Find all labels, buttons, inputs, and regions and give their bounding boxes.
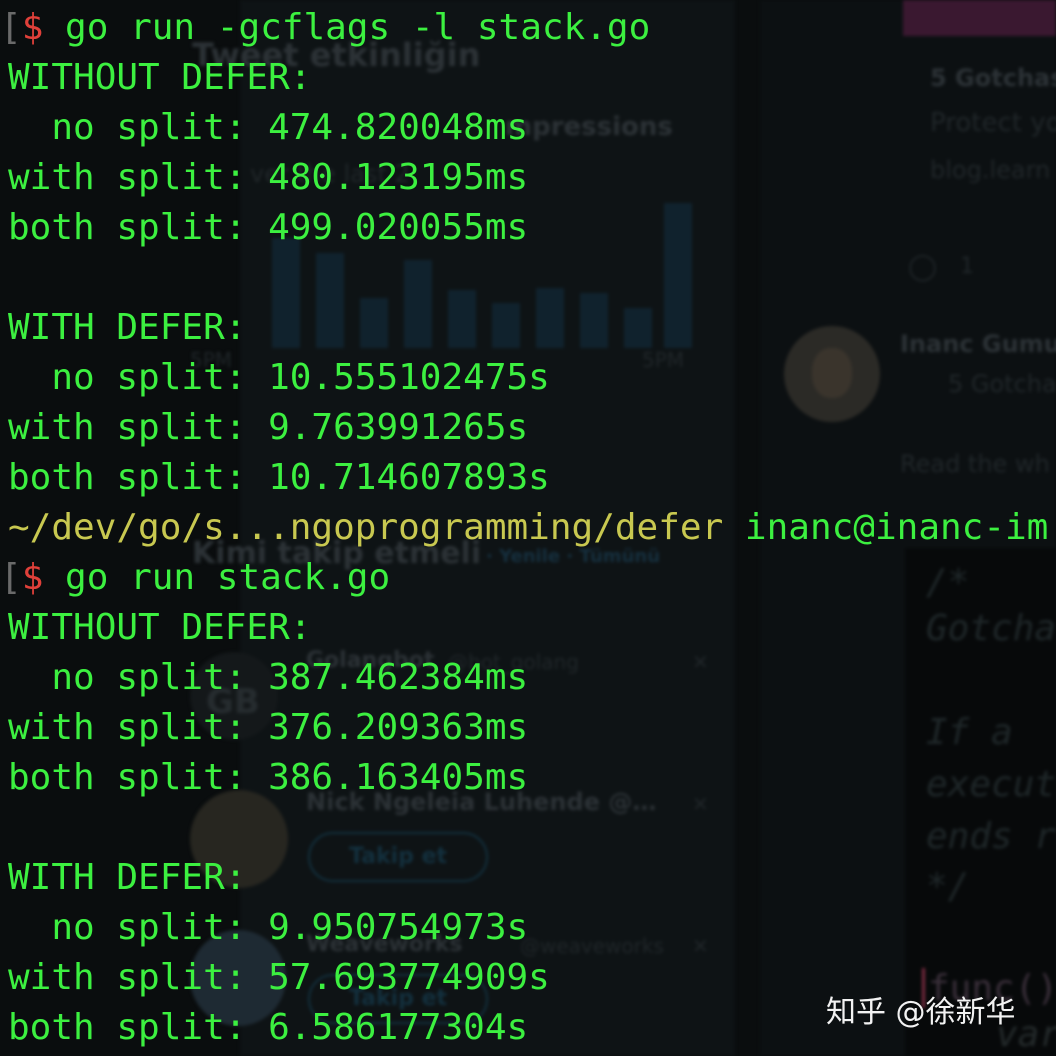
terminal-output-line: both split: 10.714607893s — [8, 457, 550, 498]
terminal-output-line: WITHOUT DEFER: — [8, 57, 312, 98]
zhihu-watermark: 知乎 @徐新华 — [826, 995, 1016, 1030]
terminal-output-line: WITH DEFER: — [8, 307, 247, 348]
terminal-output-line: with split: 480.123195ms — [8, 157, 529, 198]
terminal-output-line: WITH DEFER: — [8, 857, 247, 898]
terminal-output-line: no split: 474.820048ms — [8, 107, 529, 148]
terminal-output-line: WITHOUT DEFER: — [8, 607, 312, 648]
terminal-output-line: both split: 386.163405ms — [8, 757, 529, 798]
terminal-output-line: no split: 9.950754973s — [8, 907, 529, 948]
terminal-output-line: no split: 10.555102475s — [8, 357, 550, 398]
terminal-output-line: with split: 57.693774909s — [8, 957, 550, 998]
terminal-path-line: ~/dev/go/s...ngoprogramming/defer inanc@… — [8, 503, 1048, 553]
terminal-prompt-line: [$ go run -gcflags -l stack.go — [0, 3, 650, 53]
prompt-command: go run stack.go — [43, 557, 391, 598]
terminal-output-line: with split: 9.763991265s — [8, 407, 529, 448]
prompt-path: ~/dev/go/s...ngoprogramming/defer — [8, 507, 724, 548]
prompt-dollar: $ — [21, 7, 44, 48]
terminal-output[interactable]: [$ go run -gcflags -l stack.go WITHOUT DE… — [0, 0, 1056, 1056]
terminal-output-line: both split: 6.586177304s — [8, 1007, 529, 1048]
prompt-bracket: [ — [0, 7, 22, 48]
terminal-output-line: with split: 376.209363ms — [8, 707, 529, 748]
terminal-output-line: no split: 387.462384ms — [8, 657, 529, 698]
prompt-command: go run -gcflags -l stack.go — [43, 7, 651, 48]
prompt-user-host: inanc@inanc-im — [723, 507, 1049, 548]
terminal-output-line: both split: 499.020055ms — [8, 207, 529, 248]
prompt-dollar: $ — [21, 557, 44, 598]
prompt-bracket: [ — [0, 557, 22, 598]
terminal-prompt-line: [$ go run stack.go — [0, 553, 390, 603]
